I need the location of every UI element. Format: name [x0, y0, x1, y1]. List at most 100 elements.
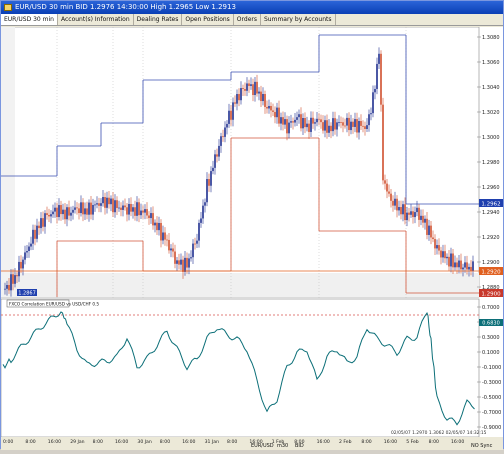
- candle-body: [456, 262, 458, 268]
- candle-body: [344, 125, 346, 127]
- candle-body: [224, 127, 226, 137]
- indicator-pane[interactable]: [0, 298, 480, 438]
- candle-body: [364, 126, 366, 129]
- time-tick-label: 0:00: [3, 439, 13, 445]
- candle-body: [124, 205, 126, 208]
- candle-body: [86, 208, 88, 215]
- candle-body: [446, 256, 448, 259]
- candle-body: [406, 212, 408, 221]
- candle-body: [110, 198, 112, 205]
- candle-body: [56, 207, 58, 218]
- candle-body: [6, 285, 8, 289]
- status-mode[interactable]: BID: [295, 443, 304, 449]
- candle-body: [354, 119, 356, 127]
- candle-body: [348, 117, 350, 131]
- time-tick-label: 8:00: [429, 439, 439, 445]
- candle-body: [310, 117, 312, 132]
- tab-chart[interactable]: EUR/USD 30 min: [1, 14, 58, 25]
- candle-body: [402, 204, 404, 215]
- tab-account-information[interactable]: Account(s) Information: [58, 14, 134, 25]
- time-tick-label: 16:00: [451, 439, 464, 445]
- candle-body: [78, 208, 80, 214]
- candle-body: [202, 205, 204, 219]
- candle-body: [318, 118, 320, 120]
- candle-body: [88, 202, 90, 215]
- candle-body: [40, 218, 42, 229]
- candle-body: [260, 91, 262, 102]
- candle-body: [422, 215, 424, 223]
- candle-body: [300, 114, 302, 129]
- candle-body: [448, 256, 450, 267]
- time-tick-label: 30 Jan: [137, 439, 151, 445]
- candle-body: [126, 207, 128, 215]
- candle-body: [296, 117, 298, 120]
- candle-body: [212, 167, 214, 172]
- time-tick-label: 16:00: [115, 439, 128, 445]
- candle-body: [210, 171, 212, 186]
- candle-body: [426, 218, 428, 235]
- candle-body: [70, 212, 72, 216]
- time-tick-label: 8:00: [361, 439, 371, 445]
- candle-body: [438, 245, 440, 251]
- tab-dealing-rates[interactable]: Dealing Rates: [134, 14, 183, 25]
- indicator-tick-label: 0.7000: [482, 305, 500, 311]
- candle-body: [156, 222, 158, 231]
- candle-body: [246, 83, 248, 91]
- candle-body: [186, 257, 188, 268]
- tab-orders[interactable]: Orders: [234, 14, 261, 25]
- candle-body: [82, 202, 84, 215]
- candle-body: [462, 267, 464, 270]
- candle-body: [120, 207, 122, 210]
- price-pane[interactable]: [0, 26, 480, 298]
- candle-body: [232, 102, 234, 120]
- candle-body: [286, 119, 288, 134]
- candle-body: [304, 117, 306, 128]
- candle-body: [274, 111, 276, 118]
- time-tick-label: 8:00: [160, 439, 170, 445]
- candle-body: [22, 259, 24, 269]
- time-tick-label: 16:00: [182, 439, 195, 445]
- candle-body: [428, 225, 430, 235]
- candle-body: [384, 180, 386, 184]
- candle-body: [340, 122, 342, 123]
- window-titlebar[interactable]: EUR/USD 30 min BID 1.2976 14:30:00 High …: [1, 1, 503, 14]
- candle-body: [358, 121, 360, 133]
- candle-body: [158, 222, 160, 231]
- candle-body: [194, 243, 196, 245]
- candle-body: [424, 218, 426, 223]
- candle-body: [190, 257, 192, 259]
- candle-body: [258, 91, 260, 94]
- candle-body: [380, 53, 382, 105]
- sync-button[interactable]: NO Sync: [471, 443, 493, 449]
- candle-body: [472, 261, 474, 271]
- candle-body: [242, 88, 244, 89]
- candle-body: [386, 183, 388, 192]
- candle-body: [272, 110, 274, 112]
- status-symbol[interactable]: EUR/USD: [251, 443, 274, 449]
- candle-body: [408, 212, 410, 215]
- candle-body: [58, 205, 60, 218]
- status-timeframe[interactable]: m30: [277, 443, 288, 449]
- candle-body: [152, 213, 154, 226]
- candle-body: [182, 259, 184, 272]
- time-tick-label: 16:00: [48, 439, 61, 445]
- candle-body: [228, 110, 230, 124]
- tab-bar: EUR/USD 30 min Account(s) Information De…: [1, 14, 503, 26]
- candle-body: [172, 248, 174, 252]
- candle-body: [140, 210, 142, 216]
- chart-area[interactable]: 1.3080 1.3060 1.3040 1.3020 1.3000 1.2980 1.29…: [0, 26, 503, 450]
- candle-body: [442, 251, 444, 258]
- candle-body: [60, 205, 62, 215]
- candle-body: [454, 262, 456, 268]
- candle-body: [314, 122, 316, 124]
- candle-body: [278, 107, 280, 124]
- tab-open-positions[interactable]: Open Positions: [182, 14, 234, 25]
- candle-body: [316, 118, 318, 123]
- time-tick-label: 31 Jan: [205, 439, 219, 445]
- candle-body: [104, 197, 106, 208]
- candle-body: [418, 207, 420, 220]
- candle-body: [204, 202, 206, 206]
- tab-summary-by-accounts[interactable]: Summary by Accounts: [261, 14, 336, 25]
- candle-body: [392, 200, 394, 206]
- candle-body: [162, 232, 164, 241]
